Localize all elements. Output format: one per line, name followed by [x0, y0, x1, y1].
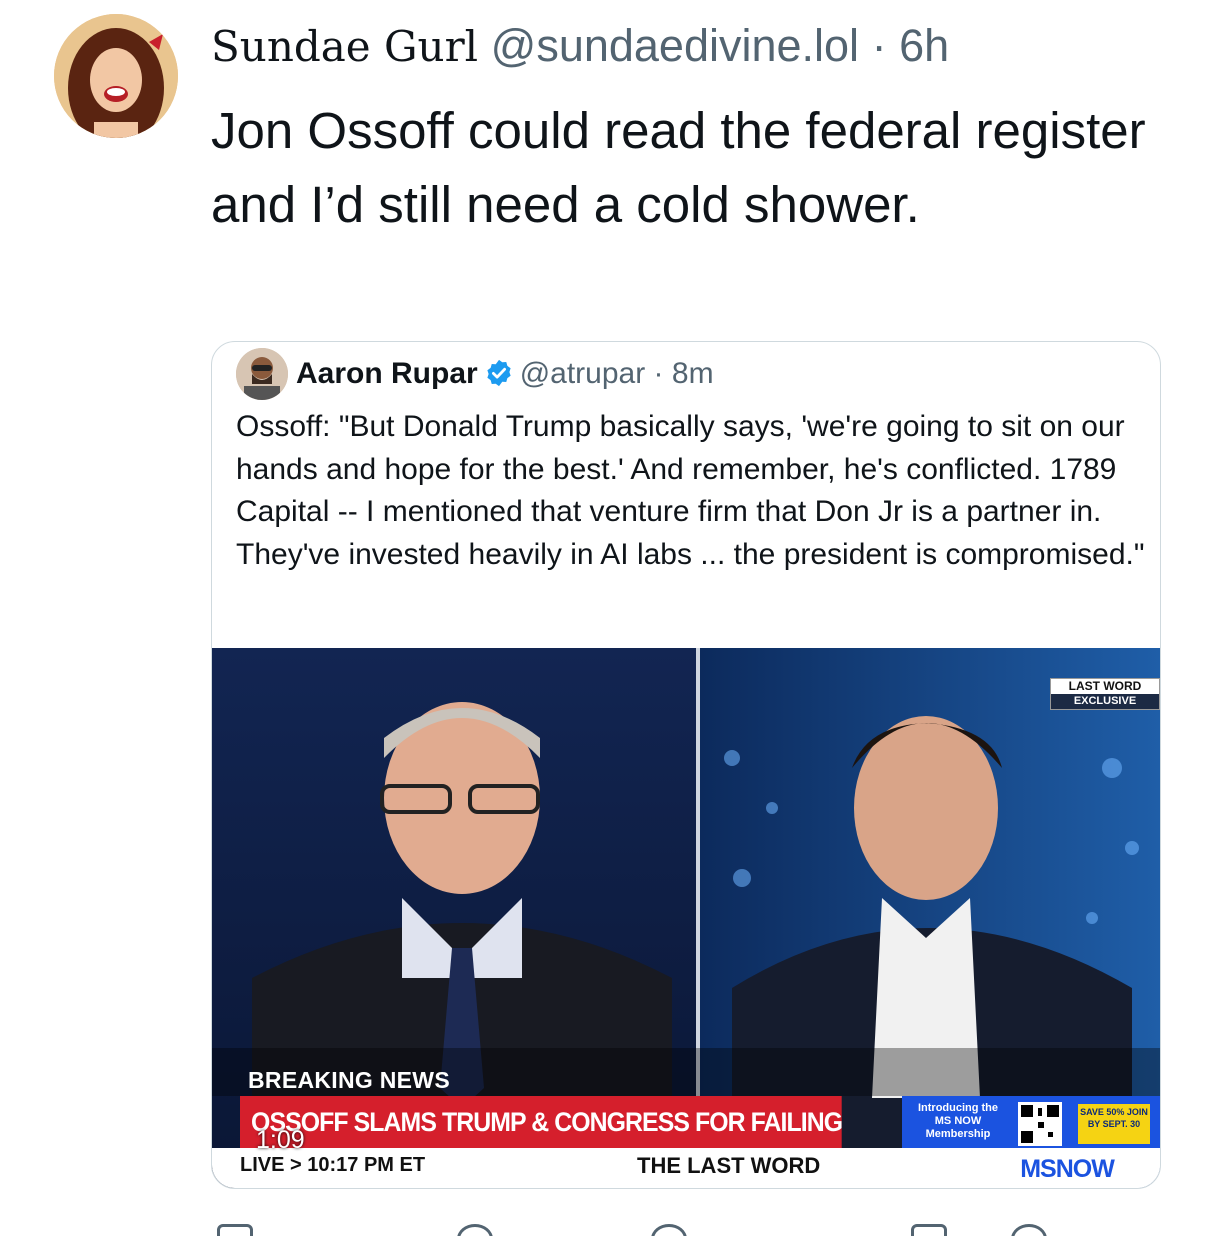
- exclusive-corner-tag: LAST WORD EXCLUSIVE: [1050, 678, 1160, 710]
- quoted-post-timestamp[interactable]: 8m: [672, 357, 714, 390]
- video-player[interactable]: LAST WORD EXCLUSIVE BREAKING NEWS OSSOFF…: [212, 648, 1160, 1188]
- author-handle[interactable]: @sundaedivine.lol: [491, 20, 859, 71]
- quoted-post-header: Aaron Rupar @atrupar · 8m: [296, 354, 714, 394]
- header-separator: ·: [871, 20, 887, 71]
- membership-promo: Introducing the MS NOW Membership SAVE 5…: [902, 1096, 1160, 1151]
- corner-tag-title: LAST WORD: [1068, 679, 1142, 693]
- quoted-post-text: Ossoff: "But Donald Trump basically says…: [236, 410, 1145, 571]
- breaking-news-label: BREAKING NEWS: [248, 1067, 450, 1093]
- post-timestamp[interactable]: 6h: [899, 20, 949, 71]
- reply-icon[interactable]: [217, 1224, 253, 1236]
- news-chyron-headline: OSSOFF SLAMS TRUMP & CONGRESS FOR FAILIN…: [240, 1096, 842, 1148]
- share-icon[interactable]: [1011, 1224, 1047, 1236]
- bookmark-icon[interactable]: [911, 1224, 947, 1236]
- heart-icon[interactable]: [651, 1224, 687, 1236]
- repost-icon[interactable]: [457, 1224, 493, 1236]
- verified-badge-icon: [487, 359, 511, 387]
- quoted-author-avatar[interactable]: [236, 348, 288, 400]
- post-header: Sundae Gurl @sundaedivine.lol · 6h: [211, 18, 949, 75]
- qr-code-icon: [1018, 1102, 1062, 1146]
- network-logo: MSNOW: [974, 1151, 1160, 1188]
- live-time-indicator: LIVE > 10:17 PM ET: [240, 1154, 426, 1176]
- quoted-author-name[interactable]: Aaron Rupar: [296, 357, 478, 390]
- post-action-bar: [211, 1224, 1111, 1236]
- quoted-avatar-illustration: [236, 348, 288, 400]
- quoted-post-card[interactable]: Aaron Rupar @atrupar · 8m Ossoff: "But D…: [211, 341, 1161, 1189]
- author-name[interactable]: Sundae Gurl: [211, 22, 478, 71]
- author-avatar[interactable]: [54, 14, 178, 138]
- avatar-illustration: [54, 14, 178, 138]
- post-body-text: Jon Ossoff could read the federal regist…: [211, 102, 1146, 233]
- corner-tag-exclusive: EXCLUSIVE: [1051, 694, 1159, 709]
- quoted-header-separator: ·: [653, 357, 664, 390]
- video-duration: 1:09: [256, 1126, 305, 1154]
- promo-intro-text: Introducing the MS NOW Membership: [917, 1102, 999, 1140]
- quoted-author-handle[interactable]: @atrupar: [520, 357, 646, 390]
- promo-save-badge: SAVE 50% JOIN BY SEPT. 30: [1078, 1104, 1150, 1144]
- show-name-label: THE LAST WORD: [637, 1153, 821, 1178]
